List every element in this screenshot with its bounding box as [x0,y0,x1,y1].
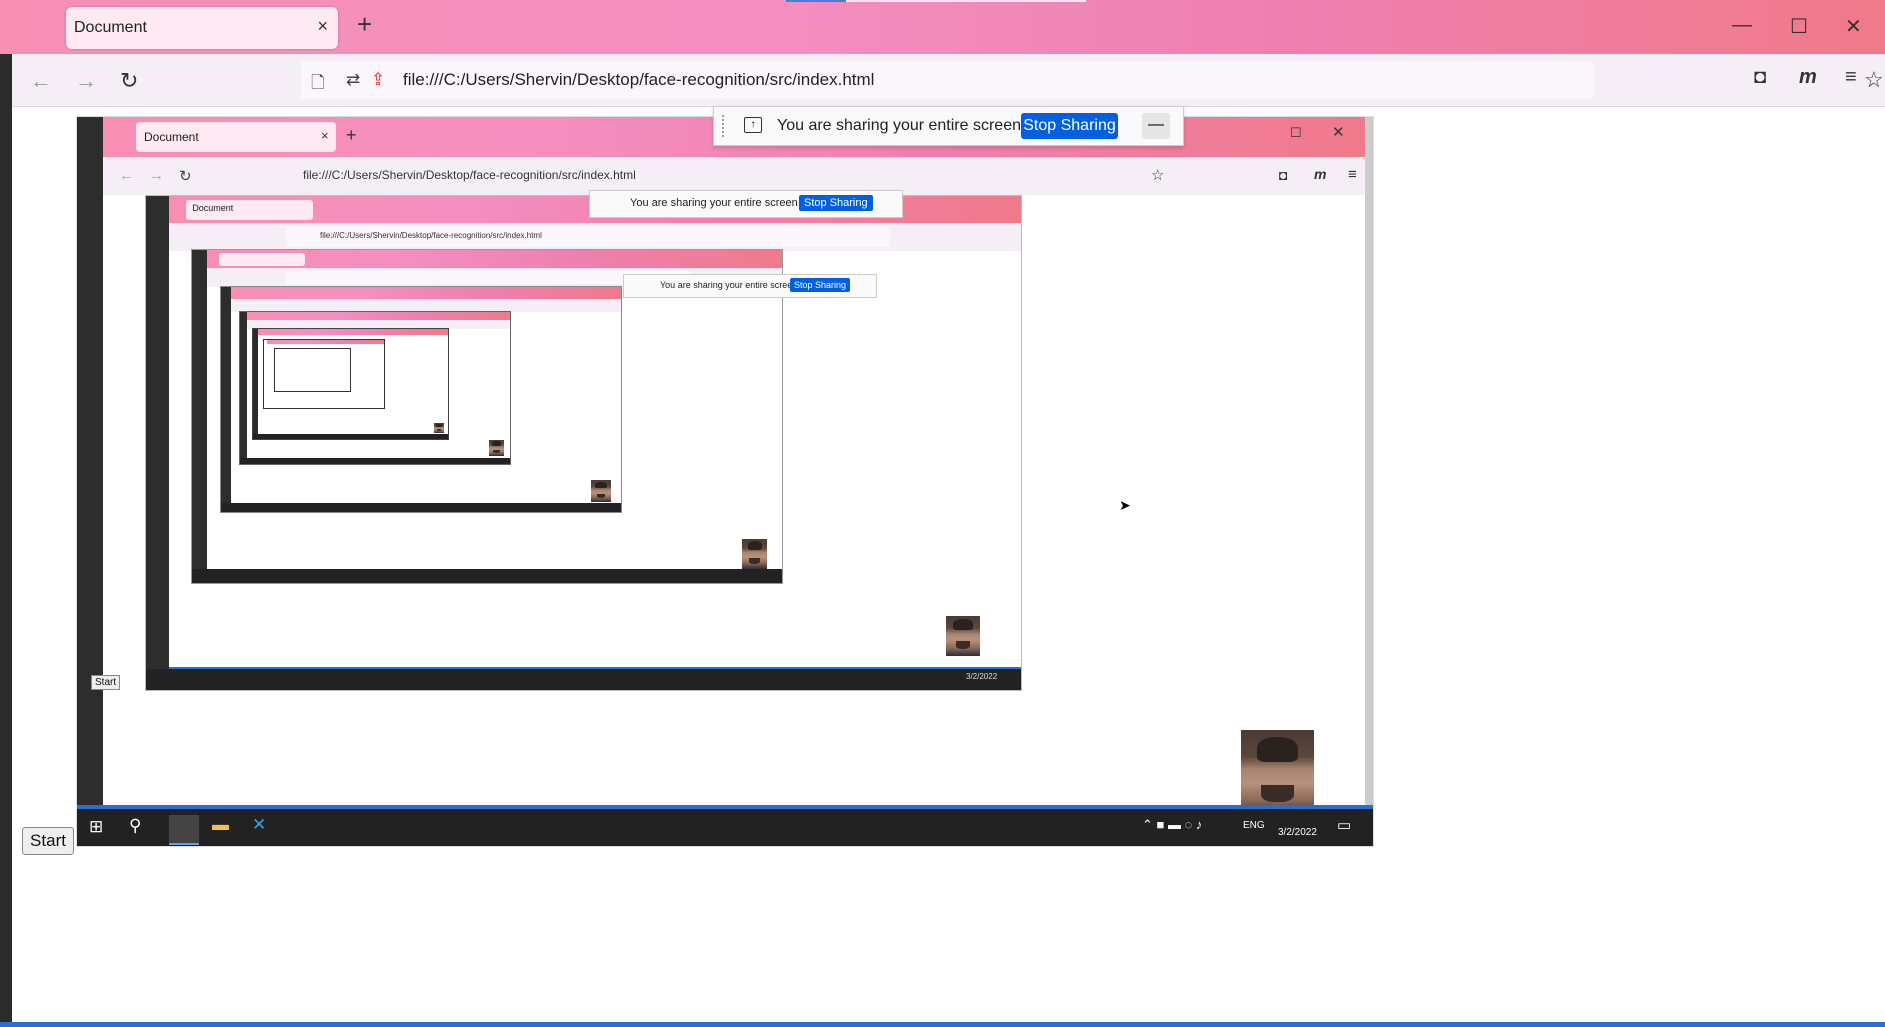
titlebar-accent-blue [786,0,846,2]
nested-tab: Document [186,199,314,220]
captured-forward-icon: → [149,167,164,184]
level7-titlebar [267,340,384,344]
level4-taskbar [221,502,621,512]
captured-notification-icon: ▭ [1337,817,1352,834]
level6-titlebar [258,329,448,336]
captured-stop-sharing-button: Stop Sharing [799,195,873,211]
url-text[interactable]: file:///C:/Users/Shervin/Desktop/face-re… [403,70,874,90]
captured-tray-icons: ⌃ ■ ▬ ◌ ♪ [1142,817,1203,832]
browser-navbar: ← → ↻ 🗋 ⇄ ⇪ file:///C:/Users/Shervin/Des… [0,54,1885,107]
nested-taskbar: 3/2/2022 [146,669,1021,690]
captured-lang: ENG [1243,820,1265,831]
m-extension-icon[interactable]: m [1799,66,1817,89]
nested-vscode-sidebar [146,196,169,690]
pocket-icon[interactable]: ◘ [1754,66,1766,89]
level3-sidebar [192,250,208,583]
nested-level8-preview [274,348,351,392]
drag-grip-icon[interactable] [722,115,727,137]
nested-stop-sharing-button: Stop Sharing [790,278,851,292]
webcam-thumbnail-l3 [742,539,767,569]
page-icon: 🗋 [311,73,325,92]
captured-new-tab-icon: + [346,125,357,145]
captured-menu-icon: ≡ [1348,166,1357,183]
hamburger-menu-icon[interactable]: ≡ [1845,66,1857,89]
level6-taskbar [253,434,448,439]
screen-share-icon: ↑ [744,117,762,133]
captured-share-message: You are sharing your entire screen. [630,197,801,209]
nested-tab-title: Document [192,202,234,213]
browser-titlebar: Document × + — ☐ ✕ [0,0,1885,54]
nested-url-bar: file:///C:/Users/Shervin/Desktop/face-re… [286,227,890,247]
captured-back-icon: ← [119,167,134,184]
nested-start-button: Start [91,675,121,690]
captured-maximize-icon: ☐ [1290,125,1302,140]
back-arrow-icon[interactable]: ← [30,68,52,94]
nested-date: 3/2/2022 [966,672,998,682]
nested-accent-line [168,666,1021,670]
level3-tab [219,252,305,266]
new-tab-button[interactable]: + [357,11,372,37]
bookmark-star-icon[interactable]: ☆ [1864,67,1884,93]
captured-window-edge [1365,117,1373,805]
sharing-indicator-bar: ↑ You are sharing your entire screen. St… [713,106,1184,146]
window-minimize-icon[interactable]: — [1732,14,1752,37]
captured-url-text: file:///C:/Users/Shervin/Desktop/face-re… [303,168,636,182]
forward-arrow-icon[interactable]: → [75,68,97,94]
captured-m-icon: m [1314,166,1327,182]
webcam-thumbnail-l4 [591,480,611,502]
captured-taskbar: ⊞ ⚲ ▬ ✕ ⌃ ■ ▬ ◌ ♪ ENG 3/2/2022 ▭ [77,809,1373,846]
bottom-accent-line [0,1022,1885,1027]
webcam-thumbnail-l6 [434,423,444,433]
captured-tab-close-icon: × [321,128,329,143]
level4-sidebar [221,287,232,512]
screen-share-indicator-icon[interactable]: ⇪ [371,70,385,90]
captured-pocket-icon: ◘ [1279,167,1288,183]
nested-screen-preview: Document file:///C:/Users/Shervin/Deskto… [145,195,1022,691]
level5-taskbar [240,457,510,464]
nested-level7-preview [263,339,385,409]
level4-titlebar [231,287,621,300]
captured-tab-title: Document [144,130,199,144]
captured-search-icon: ⚲ [129,816,142,835]
captured-close-icon: ✕ [1332,124,1345,141]
captured-star-icon: ☆ [1151,167,1165,184]
tab-title: Document [74,19,147,36]
captured-date: 3/2/2022 [1278,827,1317,838]
captured-folder-icon: ▬ [212,815,229,834]
level5-titlebar [247,312,510,321]
captured-windows-start-icon: ⊞ [89,817,104,836]
start-button[interactable]: Start [22,827,74,855]
shared-screen-preview: Document × + ☐ ✕ ← → ↻ file:///C:/Users/… [77,117,1373,846]
nested-level6-preview [252,328,449,440]
url-bar[interactable]: 🗋 ⇄ ⇪ file:///C:/Users/Shervin/Desktop/f… [301,61,1884,99]
nested-level4-preview [220,286,622,513]
level5-sidebar [240,312,248,464]
nested-sharing-bar: You are sharing your entire screen. Stop… [623,274,877,298]
webcam-thumbnail-l2 [946,616,980,656]
nested-url-text: file:///C:/Users/Shervin/Desktop/face-re… [320,231,542,241]
window-maximize-icon[interactable]: ☐ [1790,14,1808,39]
background-window-edge [0,54,12,1027]
captured-vscode-icon: ✕ [252,815,267,834]
nested-level5-preview [239,311,511,465]
stop-sharing-button[interactable]: Stop Sharing [1021,113,1118,139]
captured-firefox-icon [169,815,199,845]
captured-vscode-sidebar [77,117,103,846]
captured-sharing-bar: You are sharing your entire screen. Stop… [589,190,903,218]
sharing-message: You are sharing your entire screen. [777,117,1026,134]
webcam-thumbnail-l5 [489,440,504,456]
level3-taskbar [192,569,782,583]
nested-level3-preview [191,249,783,584]
reload-icon[interactable]: ↻ [120,68,138,94]
tab-close-icon[interactable]: × [317,16,328,37]
mouse-cursor-icon: ➤ [1119,497,1131,513]
window-close-icon[interactable]: ✕ [1845,14,1862,39]
permissions-icon[interactable]: ⇄ [346,70,360,90]
nested-share-message: You are sharing your entire screen. [660,280,800,290]
sharing-bar-minimize-button[interactable]: — [1142,113,1170,139]
browser-tab[interactable]: Document × [66,7,338,49]
captured-reload-icon: ↻ [179,168,192,185]
captured-tab: Document × [136,122,336,152]
